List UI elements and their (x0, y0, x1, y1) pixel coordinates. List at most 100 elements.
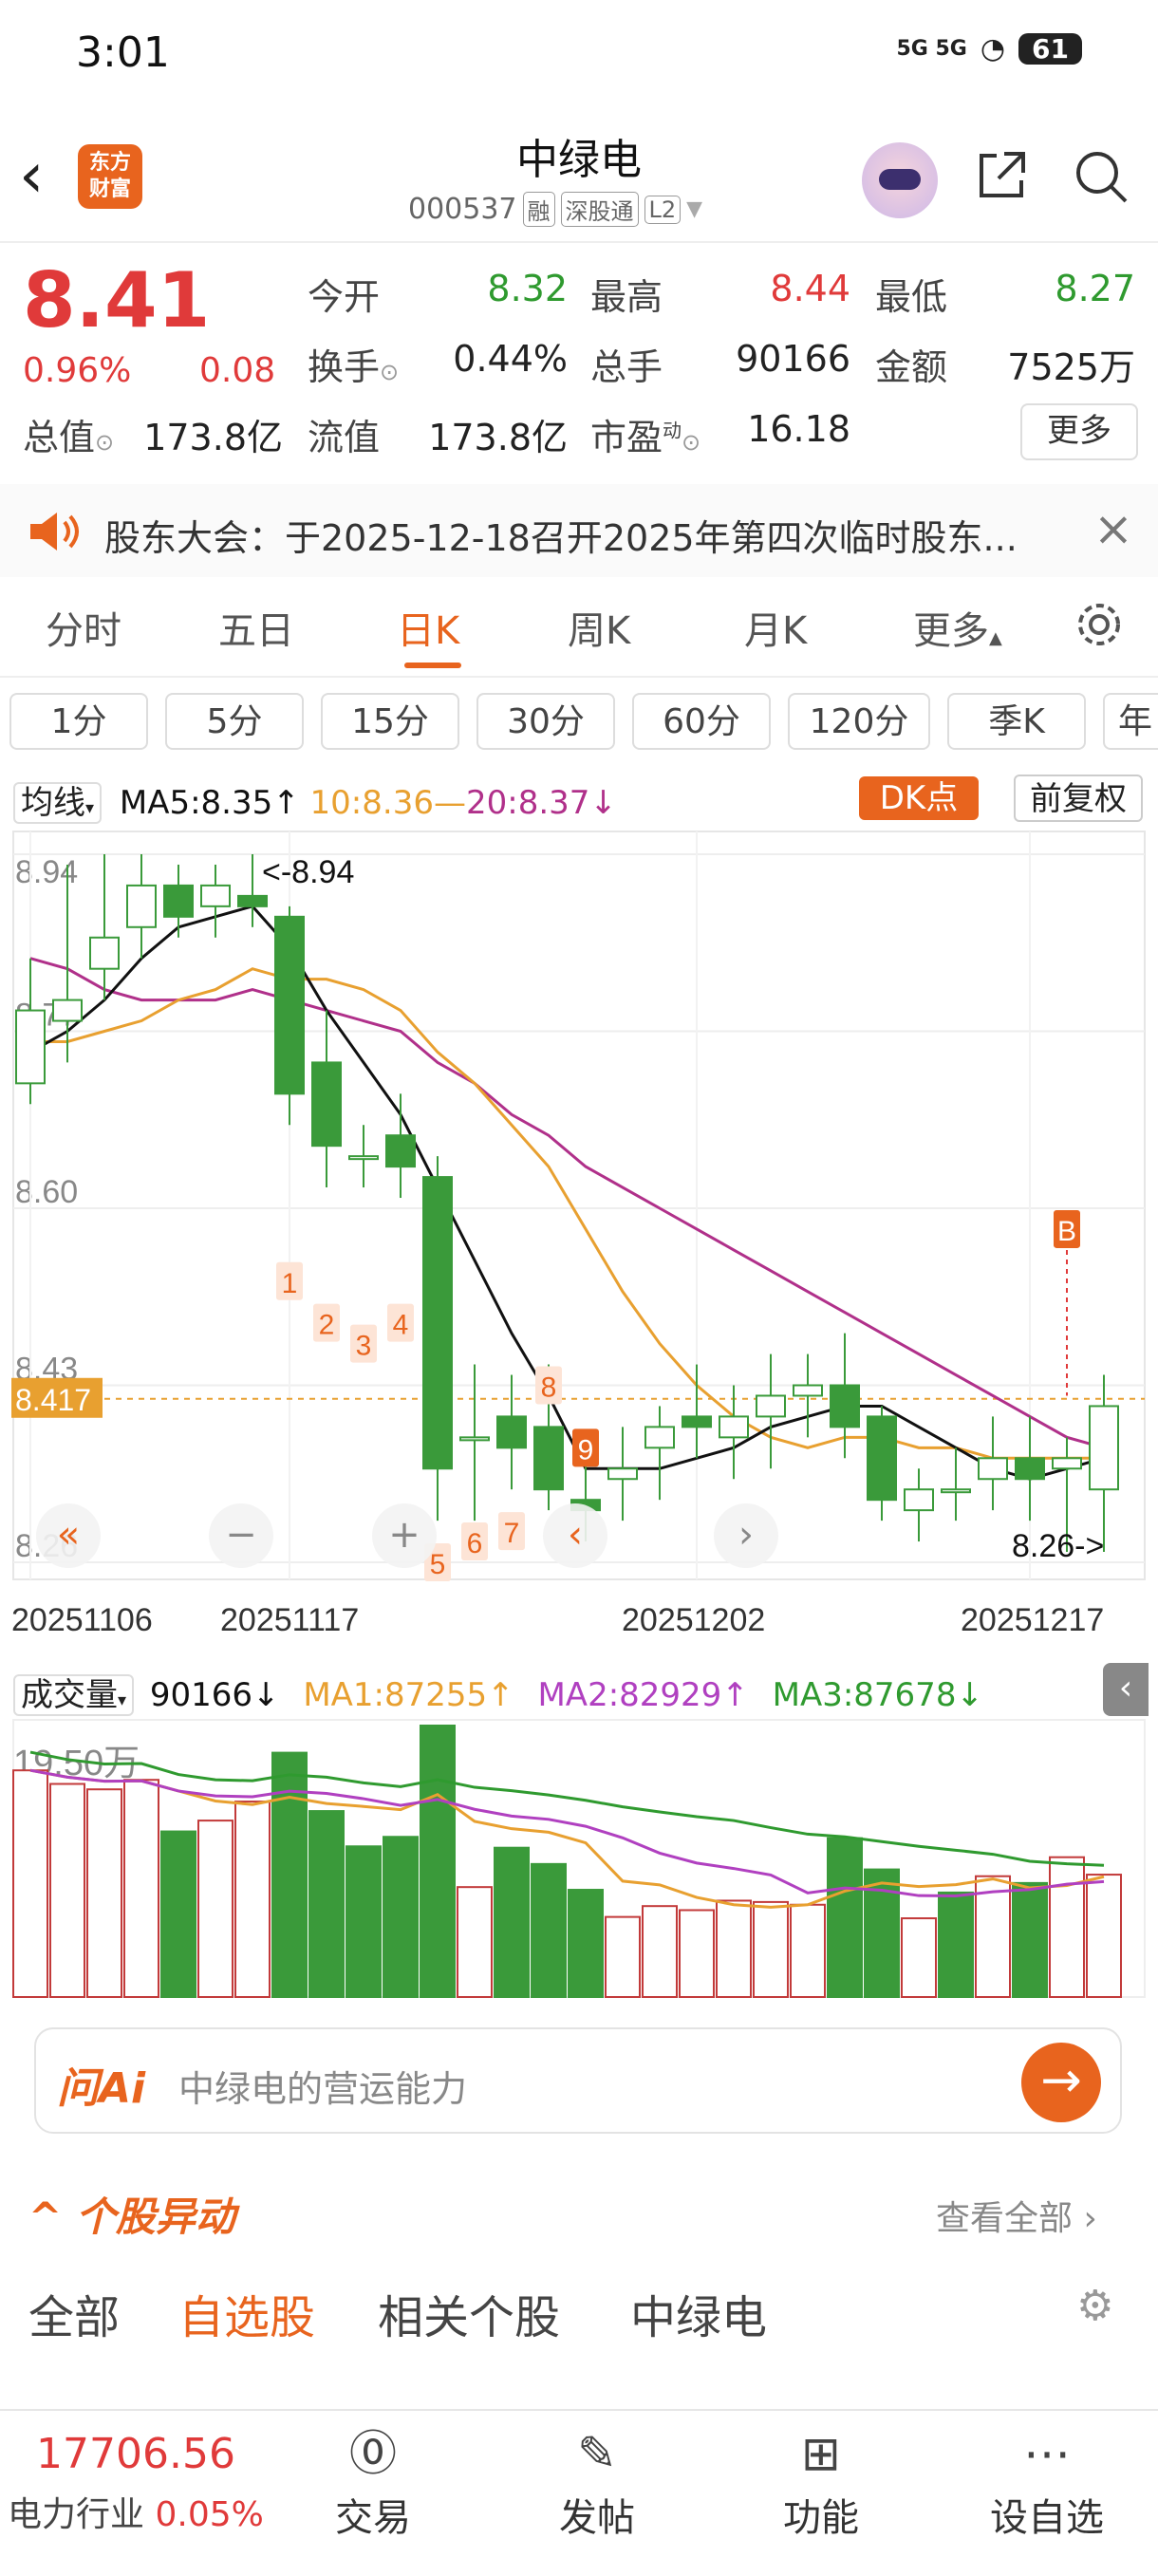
volume-bar (827, 1837, 863, 1998)
candle (682, 1415, 712, 1428)
signal-number: 2 (319, 1310, 335, 1341)
chevron-right-icon: › (1073, 2199, 1097, 2238)
movers-tab-stock[interactable]: 中绿电 (630, 2280, 767, 2346)
volume-bar (86, 1788, 122, 1998)
candle (52, 999, 83, 1022)
volume-bar (494, 1846, 530, 1998)
nav-functions-label: 功能 (783, 2496, 859, 2540)
volume-bar (1049, 1856, 1085, 1998)
signal-number: 4 (393, 1310, 409, 1341)
volume-bar (160, 1830, 196, 1999)
volume-bar (12, 1769, 48, 1998)
prev-icon-glyph: ‹ (568, 1513, 583, 1557)
ask-ai-logo: 问Ai (57, 2064, 146, 2113)
chart-frame (12, 831, 1146, 1580)
candle (607, 1467, 638, 1481)
candle (200, 884, 231, 907)
candle (422, 1176, 453, 1470)
sector-pct: 0.05% (155, 2495, 264, 2534)
signal-number: 1 (282, 1268, 298, 1299)
candle (867, 1415, 897, 1502)
candle (459, 1436, 490, 1442)
candle (941, 1488, 971, 1494)
candle (274, 915, 305, 1095)
candle (126, 884, 157, 928)
nav-add-watch[interactable]: ⋯ 设自选 (976, 2420, 1118, 2542)
signal-number: 6 (467, 1528, 483, 1559)
movers-tab-related[interactable]: 相关个股 (378, 2280, 560, 2346)
volume-bar (901, 1917, 937, 1999)
ask-ai-input[interactable]: 中绿电的营运能力 (178, 2060, 467, 2112)
volume-bar (938, 1891, 974, 1999)
ma5-line (29, 905, 1105, 1481)
candle (1052, 1457, 1082, 1470)
candle (89, 936, 120, 970)
volume-bar (753, 1900, 789, 1999)
signal-number: 3 (356, 1331, 372, 1362)
yen-icon: ⓪ (349, 2426, 397, 2481)
chevron-up-icon: ^ (28, 2193, 76, 2240)
volume-bar (271, 1751, 308, 1998)
grid-icon: ⊞ (801, 2426, 841, 2481)
volume-bar (197, 1820, 233, 1998)
candle (237, 894, 268, 907)
high-annotation: <-8.94 (262, 854, 354, 890)
view-all-link[interactable]: 查看全部 › (936, 2191, 1097, 2240)
candle (978, 1457, 1008, 1481)
candle (533, 1426, 564, 1491)
candle (644, 1426, 675, 1449)
volume-bar (420, 1725, 456, 1998)
view-all-text: 查看全部 (936, 2199, 1074, 2238)
candle (1015, 1457, 1045, 1481)
more-icon: ⋯ (1023, 2426, 1071, 2481)
edit-icon: ✎ (577, 2426, 617, 2481)
volume-bar (234, 1801, 271, 1998)
x-tick-label: 20251117 (220, 1602, 359, 1638)
volume-bar (49, 1783, 85, 1998)
volume-bar (679, 1909, 715, 1998)
candle (904, 1488, 934, 1512)
movers-tab-all[interactable]: 全部 (28, 2280, 120, 2346)
candle (348, 1155, 379, 1161)
low-annotation: 8.26-> (1012, 1528, 1104, 1564)
movers-title[interactable]: ^ 个股异动 (28, 2185, 235, 2243)
volume-bar (1012, 1881, 1048, 1999)
candle (385, 1134, 416, 1168)
volume-bar (123, 1779, 159, 1998)
signal-number: B (1057, 1216, 1076, 1247)
current-price-label: 8.417 (15, 1383, 91, 1417)
volume-bar (531, 1862, 567, 1998)
volume-bar (605, 1915, 641, 1999)
y-tick-label: 8.94 (15, 854, 78, 890)
sector-index-value[interactable]: 17706.56 (36, 2430, 235, 2478)
signal-number: 8 (541, 1372, 557, 1404)
arrow-right-icon[interactable]: → (1021, 2043, 1101, 2122)
nav-post[interactable]: ✎ 发帖 (526, 2420, 668, 2542)
volume-bar (568, 1889, 604, 1999)
volume-bar (457, 1886, 493, 1999)
rewind-icon-glyph: « (57, 1513, 80, 1557)
x-tick-label: 20251202 (622, 1602, 765, 1638)
x-tick-label: 20251217 (961, 1602, 1104, 1638)
volume-bar (346, 1845, 382, 1999)
zoom-out-icon-glyph: − (225, 1513, 257, 1557)
candle (793, 1384, 823, 1397)
volume-bar (716, 1899, 752, 1998)
volume-bar (383, 1836, 419, 1999)
movers-tab-watchlist[interactable]: 自选股 (178, 2280, 315, 2346)
nav-trade[interactable]: ⓪ 交易 (302, 2420, 444, 2542)
candle (756, 1394, 786, 1418)
sector-index-label[interactable]: 电力行业 0.05% (8, 2487, 264, 2536)
movers-title-text: 个股异动 (75, 2193, 235, 2240)
ask-ai-box[interactable]: 问Ai 中绿电的营运能力 → (34, 2027, 1122, 2134)
signal-number: 7 (504, 1518, 520, 1549)
gear-icon[interactable]: ⚙ (1076, 2282, 1113, 2330)
volume-bar (1086, 1874, 1122, 1998)
nav-functions[interactable]: ⊞ 功能 (750, 2420, 892, 2542)
candle (1089, 1405, 1119, 1491)
nav-add-watch-label: 设自选 (990, 2496, 1104, 2540)
volume-bar (642, 1905, 678, 1998)
signal-number: 5 (430, 1549, 446, 1580)
nav-post-label: 发帖 (559, 2496, 635, 2540)
volume-bar (790, 1903, 826, 1999)
